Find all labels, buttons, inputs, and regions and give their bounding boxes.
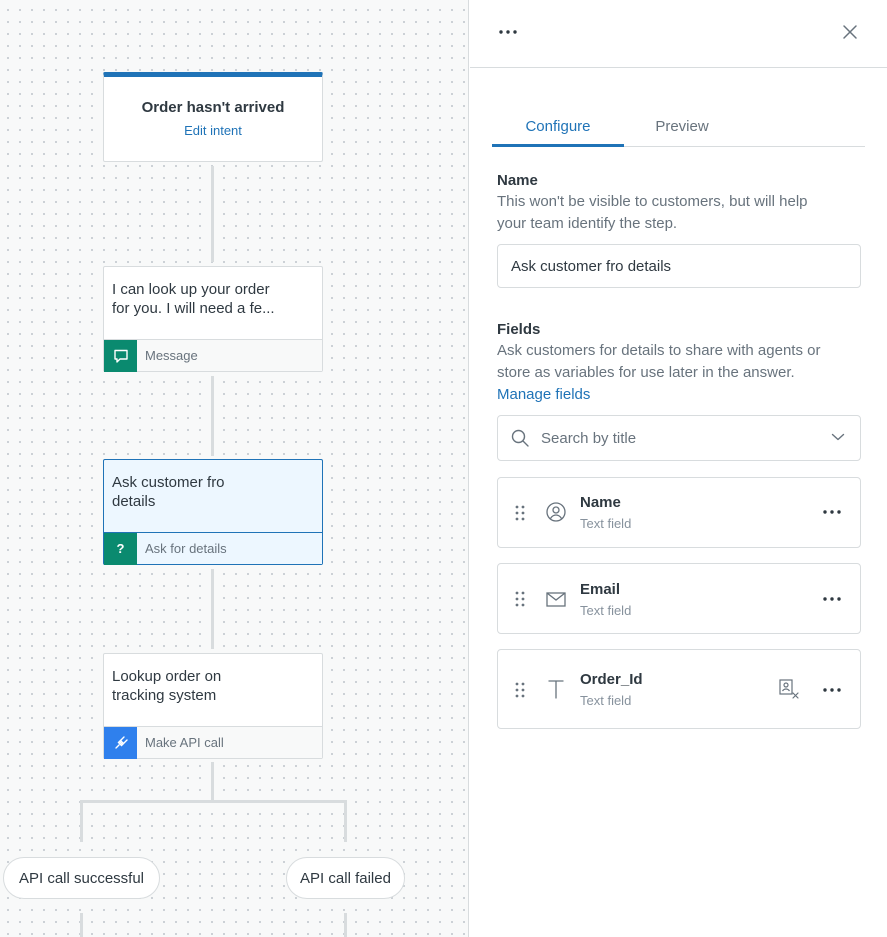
connector (211, 166, 214, 262)
close-icon[interactable] (840, 22, 860, 42)
step-type-footer: Message (104, 339, 322, 372)
step-type-label: Message (145, 348, 198, 363)
step-text: Ask customer fro details (104, 460, 322, 532)
branch-success-pill[interactable]: API call successful (3, 857, 160, 899)
step-text-line: details (112, 493, 156, 510)
step-type-footer: Make API call (104, 726, 322, 759)
step-text-line: Lookup order on (112, 668, 222, 685)
hint-line: your team identify the step. (497, 215, 678, 232)
tab-configure[interactable]: Configure (492, 104, 624, 147)
intent-title: Order hasn't arrived (141, 99, 285, 116)
field-name: Order_Id (580, 671, 643, 688)
intent-node[interactable]: Order hasn't arrived Edit intent (103, 72, 323, 162)
field-name: Name (580, 494, 621, 511)
step-type-label: Make API call (145, 735, 224, 750)
step-name-input[interactable]: Ask customer fro details (497, 244, 861, 288)
chat-bubble-icon (104, 339, 137, 372)
name-label: Name (497, 172, 538, 189)
step-text-line: tracking system (112, 687, 217, 704)
branch-failed-pill[interactable]: API call failed (286, 857, 405, 899)
name-hint: This won't be visible to customers, but … (497, 191, 857, 235)
connector (80, 800, 83, 842)
ask-details-step-node[interactable]: Ask customer fro details ? Ask for detai… (103, 459, 323, 565)
field-more-icon[interactable] (821, 507, 843, 517)
step-type-label: Ask for details (145, 541, 227, 556)
more-options-icon[interactable] (497, 24, 519, 40)
search-icon (511, 429, 529, 447)
hint-line: This won't be visible to customers, but … (497, 193, 808, 210)
text-t-icon (545, 678, 567, 700)
panel-tabs: Configure Preview (492, 104, 865, 147)
step-text: I can look up your order for you. I will… (104, 267, 322, 339)
plug-icon (104, 726, 137, 759)
field-type: Text field (580, 516, 632, 531)
id-card-remove-icon[interactable] (778, 678, 800, 700)
tab-preview[interactable]: Preview (624, 104, 740, 147)
step-type-footer: ? Ask for details (104, 532, 322, 565)
user-circle-icon (545, 501, 567, 523)
message-step-node[interactable]: I can look up your order for you. I will… (103, 266, 323, 372)
question-mark-icon: ? (104, 532, 137, 565)
envelope-icon (545, 588, 567, 610)
fields-label: Fields (497, 321, 541, 338)
connector (344, 800, 347, 842)
step-text-line: for you. I will need a fe... (112, 300, 275, 317)
step-config-panel: Configure Preview Name This won't be vis… (470, 0, 887, 937)
field-more-icon[interactable] (821, 685, 843, 695)
hint-line: store as variables for use later in the … (497, 364, 795, 381)
field-more-icon[interactable] (821, 594, 843, 604)
field-search-input[interactable]: Search by title (497, 415, 861, 461)
edit-intent-link[interactable]: Edit intent (184, 123, 242, 138)
connector (80, 800, 347, 803)
panel-header (470, 0, 887, 68)
fields-hint: Ask customers for details to share with … (497, 340, 857, 384)
field-type: Text field (580, 693, 632, 708)
connector (211, 376, 214, 456)
step-text: Lookup order on tracking system (104, 654, 322, 726)
drag-handle-icon[interactable] (514, 505, 526, 521)
connector (211, 762, 214, 802)
drag-handle-icon[interactable] (514, 682, 526, 698)
field-item[interactable]: Email Text field (497, 563, 861, 634)
step-text-line: I can look up your order (112, 281, 270, 298)
chevron-down-icon[interactable] (831, 432, 845, 442)
connector (80, 913, 83, 937)
manage-fields-link[interactable]: Manage fields (497, 386, 590, 403)
api-call-step-node[interactable]: Lookup order on tracking system Make API… (103, 653, 323, 759)
drag-handle-icon[interactable] (514, 591, 526, 607)
hint-line: Ask customers for details to share with … (497, 342, 821, 359)
step-text-line: Ask customer fro (112, 474, 225, 491)
field-name: Email (580, 581, 621, 598)
field-item[interactable]: Name Text field (497, 477, 861, 548)
field-item[interactable]: Order_Id Text field (497, 649, 861, 729)
field-type: Text field (580, 603, 632, 618)
flow-canvas[interactable]: Order hasn't arrived Edit intent I can l… (0, 0, 469, 937)
connector (344, 913, 347, 937)
search-placeholder: Search by title (541, 429, 637, 447)
connector (211, 569, 214, 649)
